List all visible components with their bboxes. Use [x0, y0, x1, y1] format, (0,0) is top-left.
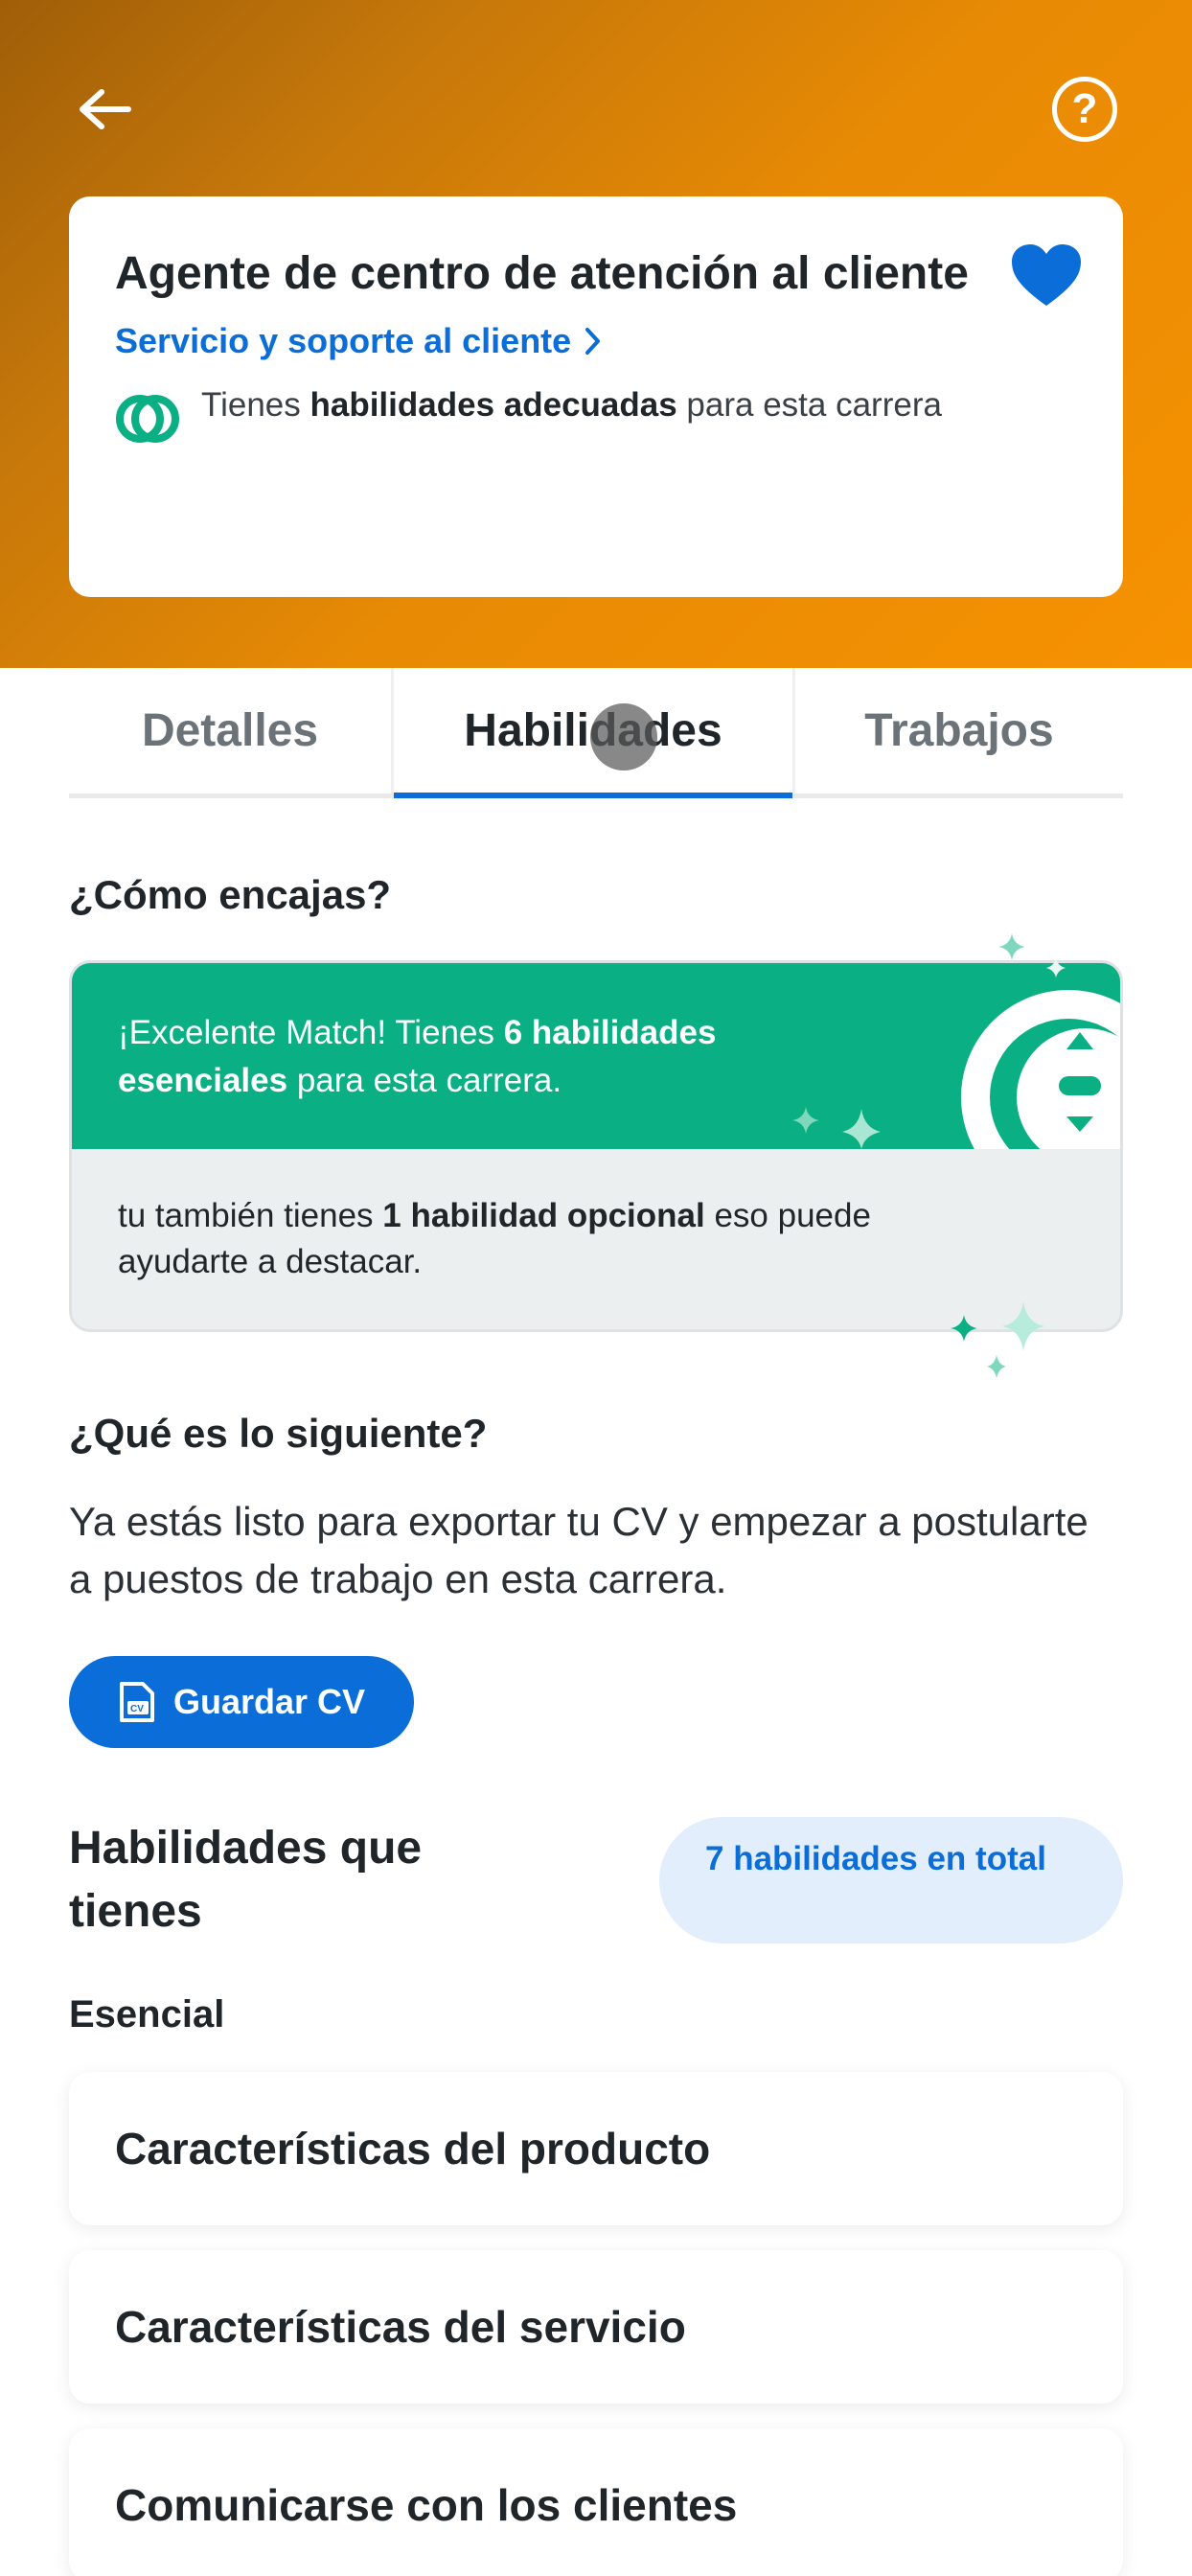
skills-total-badge: 7 habilidades en total — [659, 1817, 1123, 1944]
arrow-left-icon — [80, 89, 131, 129]
career-category-link[interactable]: Servicio y soporte al cliente — [115, 321, 1077, 361]
career-title: Agente de centro de atención al cliente — [115, 248, 969, 299]
favorite-button[interactable] — [1010, 242, 1083, 310]
question-circle-icon: ? — [1071, 85, 1098, 132]
skill-item[interactable]: Características del servicio — [69, 2250, 1123, 2404]
fit-heading: ¿Cómo encajas? — [69, 872, 392, 917]
match-badge-icon — [961, 990, 1120, 1149]
svg-text:CV: CV — [130, 1704, 144, 1714]
skill-item[interactable]: Características del producto — [69, 2072, 1123, 2225]
sparkle-icon — [792, 1107, 881, 1149]
career-header: ? Agente de centro de atención al client… — [0, 0, 1192, 668]
skills-title: Habilidades que tienes — [69, 1823, 423, 1937]
fit-card-highlight-text: ¡Excelente Match! Tienes 6 habilidades e… — [118, 1014, 717, 1099]
career-card: Agente de centro de atención al cliente … — [69, 196, 1123, 597]
skills-group-label: Esencial — [69, 1993, 225, 2036]
tab-trabajos[interactable]: Trabajos — [795, 668, 1123, 794]
chevron-right-icon — [585, 328, 601, 355]
sparkle-top-icon — [998, 933, 1066, 978]
skills-match-text: Tienes habilidades adecuadas para esta c… — [201, 386, 942, 424]
next-description: Ya estás listo para exportar tu CV y emp… — [69, 1499, 1089, 1601]
fit-card-highlight: ¡Excelente Match! Tienes 6 habilidades e… — [72, 963, 1120, 1149]
skill-item[interactable]: Comunicarse con los clientes — [69, 2428, 1123, 2576]
fit-card: ¡Excelente Match! Tienes 6 habilidades e… — [69, 960, 1123, 1332]
skills-match-row: Tienes habilidades adecuadas para esta c… — [115, 382, 1077, 444]
save-cv-button[interactable]: CV Guardar CV — [69, 1656, 414, 1748]
back-button[interactable] — [69, 79, 138, 140]
tab-detalles[interactable]: Detalles — [69, 668, 391, 794]
match-rings-icon — [116, 395, 179, 443]
heart-icon — [1012, 244, 1081, 306]
sparkle-bottom-icon — [951, 1301, 1044, 1378]
save-cv-label: Guardar CV — [172, 1682, 366, 1721]
cv-document-icon: CV — [119, 1682, 154, 1722]
fit-card-optional-text: tu también tienes 1 habilidad opcional e… — [118, 1197, 871, 1280]
help-button[interactable]: ? — [1052, 77, 1117, 142]
next-heading: ¿Qué es lo siguiente? — [69, 1411, 488, 1456]
career-category-label: Servicio y soporte al cliente — [115, 321, 572, 360]
touch-indicator — [590, 703, 657, 770]
